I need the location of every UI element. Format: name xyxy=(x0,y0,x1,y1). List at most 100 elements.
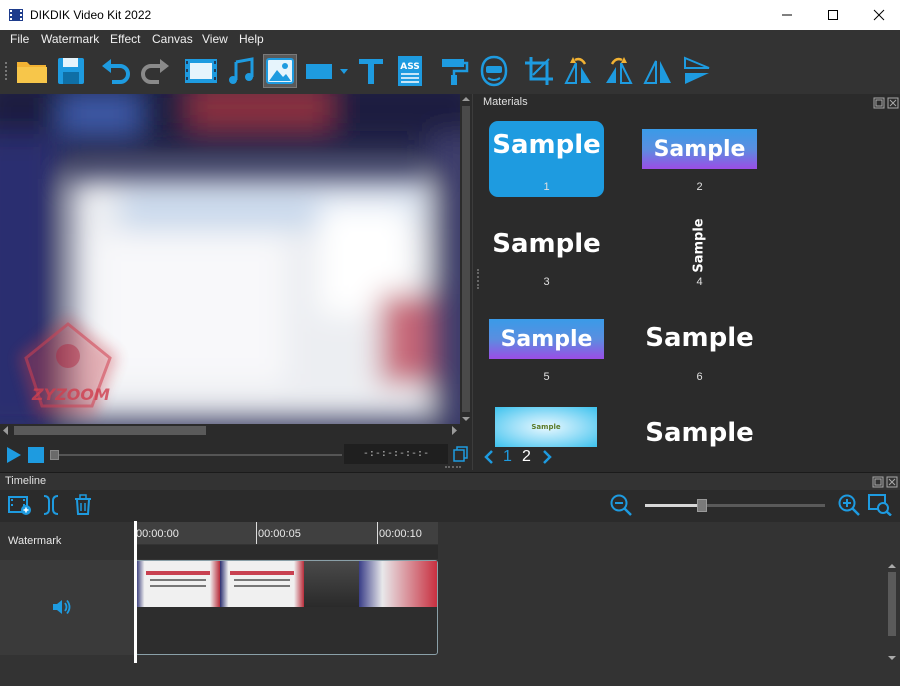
video-track-lane[interactable] xyxy=(135,560,438,655)
stop-button[interactable] xyxy=(28,447,44,468)
material-label: Sample xyxy=(645,323,754,353)
preview-vertical-scrollbar[interactable] xyxy=(460,94,472,424)
ass-label: ASS xyxy=(400,62,420,72)
zoom-slider[interactable] xyxy=(645,499,825,513)
material-number: 3 xyxy=(543,276,550,288)
ruler-tick: 00:00:05 xyxy=(258,528,301,540)
material-item-4[interactable]: Sample xyxy=(642,214,757,276)
materials-panel: Materials Sample 1 Sample 2 Sample 3 Sam… xyxy=(472,94,900,470)
timeline-vertical-scrollbar[interactable] xyxy=(886,560,898,664)
minimize-button[interactable] xyxy=(764,0,810,30)
menu-watermark[interactable]: Watermark xyxy=(41,30,99,48)
menu-view[interactable]: View xyxy=(202,30,228,48)
flip-vertical-icon[interactable] xyxy=(680,54,714,88)
material-label: Sample xyxy=(645,418,754,448)
split-clip-icon[interactable] xyxy=(40,494,62,521)
float-panel-icon[interactable] xyxy=(873,96,885,114)
zoom-slider-fill xyxy=(645,504,699,507)
clip-thumbnail xyxy=(304,561,359,607)
material-number: 4 xyxy=(696,276,703,288)
material-item-3[interactable]: Sample xyxy=(489,218,604,270)
progress-handle[interactable] xyxy=(50,450,59,460)
video-preview[interactable]: ZYZOOM xyxy=(0,94,460,424)
page-1[interactable]: 1 xyxy=(503,448,512,466)
zoom-out-icon[interactable] xyxy=(610,494,632,521)
title-bar: DIKDIK Video Kit 2022 xyxy=(0,0,900,30)
playback-progress-slider[interactable] xyxy=(50,450,342,460)
clip-thumbnail xyxy=(136,561,220,607)
menu-file[interactable]: File xyxy=(10,30,29,48)
material-item-7[interactable]: Sample xyxy=(495,407,597,447)
page-2-current[interactable]: 2 xyxy=(522,448,531,466)
material-label: Sample xyxy=(500,326,593,352)
app-icon xyxy=(8,7,24,23)
toolbar-grip[interactable] xyxy=(5,62,11,80)
toolbar: ASS xyxy=(0,48,900,94)
material-label: Sample xyxy=(653,136,746,162)
text-icon[interactable] xyxy=(354,54,388,88)
page-prev-icon[interactable] xyxy=(483,449,495,470)
page-next-icon[interactable] xyxy=(541,449,553,470)
timeline-toolbar xyxy=(0,490,900,522)
speaker-icon[interactable] xyxy=(52,598,72,621)
redo-icon[interactable] xyxy=(138,54,172,88)
maximize-button[interactable] xyxy=(810,0,856,30)
timeline-panel: Timeline Watermark 00:00:00 00:00:05 00:… xyxy=(0,472,900,686)
time-display: -:-:-:-:-:- xyxy=(344,444,448,464)
material-item-2[interactable]: Sample xyxy=(642,129,757,169)
music-icon[interactable] xyxy=(224,54,258,88)
track-name: Watermark xyxy=(8,535,62,547)
play-button[interactable] xyxy=(5,446,23,469)
close-button[interactable] xyxy=(856,0,900,30)
paint-roller-icon[interactable] xyxy=(437,54,471,88)
menu-help[interactable]: Help xyxy=(239,30,264,48)
watermark-track-lane[interactable] xyxy=(135,545,438,559)
delete-clip-icon[interactable] xyxy=(73,494,93,521)
menu-bar: File Watermark Effect Canvas View Help xyxy=(0,30,900,48)
flip-horizontal-icon[interactable] xyxy=(641,54,675,88)
add-clip-icon[interactable] xyxy=(8,494,32,521)
close-panel-icon[interactable] xyxy=(887,96,899,114)
rotate-right-icon[interactable] xyxy=(601,54,635,88)
menu-canvas[interactable]: Canvas xyxy=(152,30,193,48)
material-label: Sample xyxy=(492,130,601,160)
playhead[interactable] xyxy=(134,521,137,663)
undo-icon[interactable] xyxy=(99,54,133,88)
watermark-logo-text: ZYZOOM xyxy=(31,385,110,404)
material-label: Sample xyxy=(492,229,601,259)
track-header-audio[interactable] xyxy=(0,560,134,655)
material-label: Sample xyxy=(531,423,561,431)
rotate-left-icon[interactable] xyxy=(562,54,596,88)
track-header-watermark[interactable]: Watermark xyxy=(0,523,134,559)
timeline-title: Timeline xyxy=(5,475,47,487)
clip-thumbnail xyxy=(359,561,437,607)
material-number: 5 xyxy=(543,371,550,383)
material-item-6[interactable]: Sample xyxy=(642,312,757,364)
ruler-tick: 00:00:00 xyxy=(136,528,179,540)
preview-horizontal-scrollbar[interactable] xyxy=(0,424,460,437)
panel-resize-grip[interactable] xyxy=(477,269,481,289)
time-ruler[interactable]: 00:00:00 00:00:05 00:00:10 xyxy=(135,522,438,544)
material-label: Sample xyxy=(691,217,707,273)
zoom-fit-icon[interactable] xyxy=(868,494,892,521)
resize-grip[interactable] xyxy=(445,466,461,471)
save-icon[interactable] xyxy=(54,54,88,88)
ass-subtitle-icon[interactable]: ASS xyxy=(393,54,427,88)
crop-icon[interactable] xyxy=(522,54,556,88)
mask-face-icon[interactable] xyxy=(477,54,511,88)
zoom-in-icon[interactable] xyxy=(838,494,860,521)
materials-title: Materials xyxy=(483,96,528,108)
clip-thumbnail xyxy=(220,561,304,607)
material-number: 2 xyxy=(696,181,703,193)
open-folder-icon[interactable] xyxy=(15,54,49,88)
material-item-8[interactable]: Sample xyxy=(642,407,757,459)
copy-frame-icon[interactable] xyxy=(453,446,469,467)
material-item-5[interactable]: Sample xyxy=(489,319,604,359)
menu-effect[interactable]: Effect xyxy=(110,30,140,48)
image-icon[interactable] xyxy=(263,54,297,88)
video-clip[interactable] xyxy=(136,561,437,607)
video-icon[interactable] xyxy=(184,54,218,88)
window-title: DIKDIK Video Kit 2022 xyxy=(30,8,152,22)
zoom-slider-handle[interactable] xyxy=(697,499,707,512)
rectangle-shape-icon[interactable] xyxy=(303,54,351,88)
